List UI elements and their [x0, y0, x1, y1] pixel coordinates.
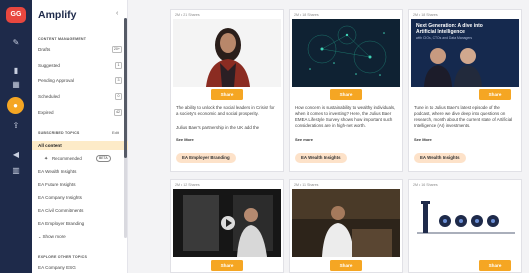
sparkle-icon: ✦ — [44, 156, 49, 162]
network-graphic — [292, 19, 400, 87]
card-meta: 2M • 21 Shares — [175, 13, 200, 17]
content-card[interactable]: 2M • 12 Shares Share — [170, 179, 284, 273]
sidebar-item-topic[interactable]: EA Civil Commitments — [38, 206, 124, 215]
card-image[interactable] — [292, 19, 400, 87]
card-description: The ability to unlock the social leaders… — [176, 105, 275, 116]
show-more-link[interactable]: ⌄ Show more — [38, 232, 124, 241]
sidebar-item-label: Suggested — [38, 63, 60, 68]
see-more-link[interactable]: See more — [295, 137, 313, 142]
content-card[interactable]: 2M • 18 Shares Share How concern is sust… — [289, 9, 403, 172]
share-button[interactable]: Share — [479, 89, 511, 100]
sidebar-item-topic[interactable]: EA Wealth Insights — [38, 167, 124, 176]
edit-icon[interactable]: ✎ — [10, 38, 22, 48]
sidebar-item-topic[interactable]: EA Employer Branding — [38, 219, 124, 228]
infographic-image — [411, 189, 519, 257]
speakers-image — [424, 48, 482, 87]
sidebar-item-topic[interactable]: EA Future Insights — [38, 180, 124, 189]
card-image[interactable] — [173, 19, 281, 87]
share-button[interactable]: Share — [330, 260, 362, 271]
share-button[interactable]: Share — [211, 260, 243, 271]
content-card[interactable]: 2M • 16 Shares Share — [408, 179, 522, 273]
topic-tag[interactable]: EA Wealth Insights — [295, 153, 347, 163]
sidebar-item-all-content[interactable]: All content — [32, 141, 128, 150]
drafts-count: 20+ — [111, 46, 122, 53]
sidebar-item-label: EA Future Insights — [38, 182, 76, 187]
subscribed-topics-heading: SUBSCRIBED TOPICS — [38, 131, 80, 135]
sidebar-item-label: EA Company ESG — [38, 265, 76, 270]
sidebar-scrollbar[interactable] — [124, 18, 127, 238]
content-card[interactable]: 2M • 18 Shares Next Generation: A dive i… — [408, 9, 522, 172]
sidebar-item-label: All content — [38, 143, 62, 148]
card-meta: 2M • 16 Shares — [413, 183, 438, 187]
card-image[interactable]: Next Generation: A dive into Artificial … — [411, 19, 519, 87]
pending-count: 3 — [115, 77, 122, 84]
app-logo[interactable]: GG — [6, 7, 26, 23]
sidebar-item-label: EA Employer Branding — [38, 221, 85, 226]
sidebar-item-label: Drafts — [38, 47, 51, 52]
sidebar-item-drafts[interactable]: Drafts 20+ — [38, 45, 124, 54]
sidebar-item-label: Scheduled — [38, 94, 60, 99]
card-meta: 2M • 12 Shares — [175, 183, 200, 187]
topic-tag[interactable]: EA Wealth Insights — [414, 153, 466, 163]
card-meta: 2M • 18 Shares — [294, 13, 319, 17]
share-icon[interactable]: ⇪ — [10, 121, 22, 131]
sidebar-item-pending-approval[interactable]: Pending Approval 3 — [38, 76, 124, 85]
card-meta: 2M • 18 Shares — [413, 13, 438, 17]
grid-icon[interactable]: ▦ — [10, 80, 22, 90]
icon-rail: GG ✎ ▮ ▦ ● ⇪ ◀ ▥ — [0, 0, 32, 273]
edit-topics-link[interactable]: Edit — [112, 130, 119, 135]
sidebar-item-recommended[interactable]: ✦ Recommended BETA — [38, 154, 124, 164]
sidebar-item-label: Recommended — [52, 156, 82, 161]
card-image[interactable] — [411, 189, 519, 257]
card-description: Tune in to Julius Baer's latest episode … — [414, 105, 513, 128]
content-card[interactable]: 2M • 21 Shares Share The ability to unlo… — [170, 9, 284, 172]
card-image[interactable] — [292, 189, 400, 257]
card-image[interactable] — [173, 189, 281, 257]
megaphone-icon[interactable]: ◀ — [10, 150, 22, 160]
sidebar-item-label: EA Company Insights — [38, 195, 82, 200]
chart-icon[interactable]: ▮ — [10, 66, 22, 76]
portrait-image — [173, 19, 281, 87]
card-description-2: Julius Baer's partnership in the UK add … — [176, 125, 260, 130]
sidebar-item-scheduled[interactable]: Scheduled 0 — [38, 92, 124, 101]
sidebar-item-label: EA Wealth Insights — [38, 169, 77, 174]
share-button[interactable]: Share — [479, 260, 511, 271]
content-card[interactable]: 2M • 11 Shares Share — [289, 179, 403, 273]
beta-badge: BETA — [96, 155, 111, 162]
share-button[interactable]: Share — [330, 89, 362, 100]
share-button[interactable]: Share — [211, 89, 243, 100]
show-more-label: Show more — [42, 234, 66, 239]
bar-chart-icon[interactable]: ▥ — [10, 166, 22, 176]
scheduled-count: 0 — [115, 93, 122, 100]
sidebar-item-topic[interactable]: EA Company Insights — [38, 193, 124, 202]
see-more-link[interactable]: See More — [414, 137, 432, 142]
card-description: How concern is sustainability to wealthy… — [295, 105, 396, 128]
sidebar-item-suggested[interactable]: Suggested 1 — [38, 61, 124, 70]
sidebar: Amplify ‹ CONTENT MANAGEMENT Drafts 20+ … — [32, 0, 128, 273]
speaker-photo — [292, 189, 400, 257]
scrollbar-thumb[interactable] — [124, 18, 127, 158]
app-title: Amplify — [38, 9, 77, 21]
video-thumbnail — [173, 189, 281, 257]
topic-tag[interactable]: EA Employer Branding — [176, 153, 236, 163]
sidebar-item-label: Expired — [38, 110, 54, 115]
suggested-count: 1 — [115, 62, 122, 69]
sidebar-item-explore-topic[interactable]: EA Company ESG — [38, 263, 124, 272]
content-management-heading: CONTENT MANAGEMENT — [38, 37, 87, 41]
expired-count: 42 — [114, 109, 122, 116]
sidebar-item-label: Pending Approval — [38, 78, 75, 83]
people-icon[interactable]: ● — [7, 97, 24, 114]
explore-topics-heading: EXPLORE OTHER TOPICS — [38, 255, 88, 259]
chevron-left-icon[interactable]: ‹ — [116, 10, 118, 17]
card-meta: 2M • 11 Shares — [294, 183, 319, 187]
see-more-link[interactable]: See More — [176, 137, 194, 142]
sidebar-item-expired[interactable]: Expired 42 — [38, 108, 124, 117]
sidebar-item-label: EA Civil Commitments — [38, 208, 84, 213]
